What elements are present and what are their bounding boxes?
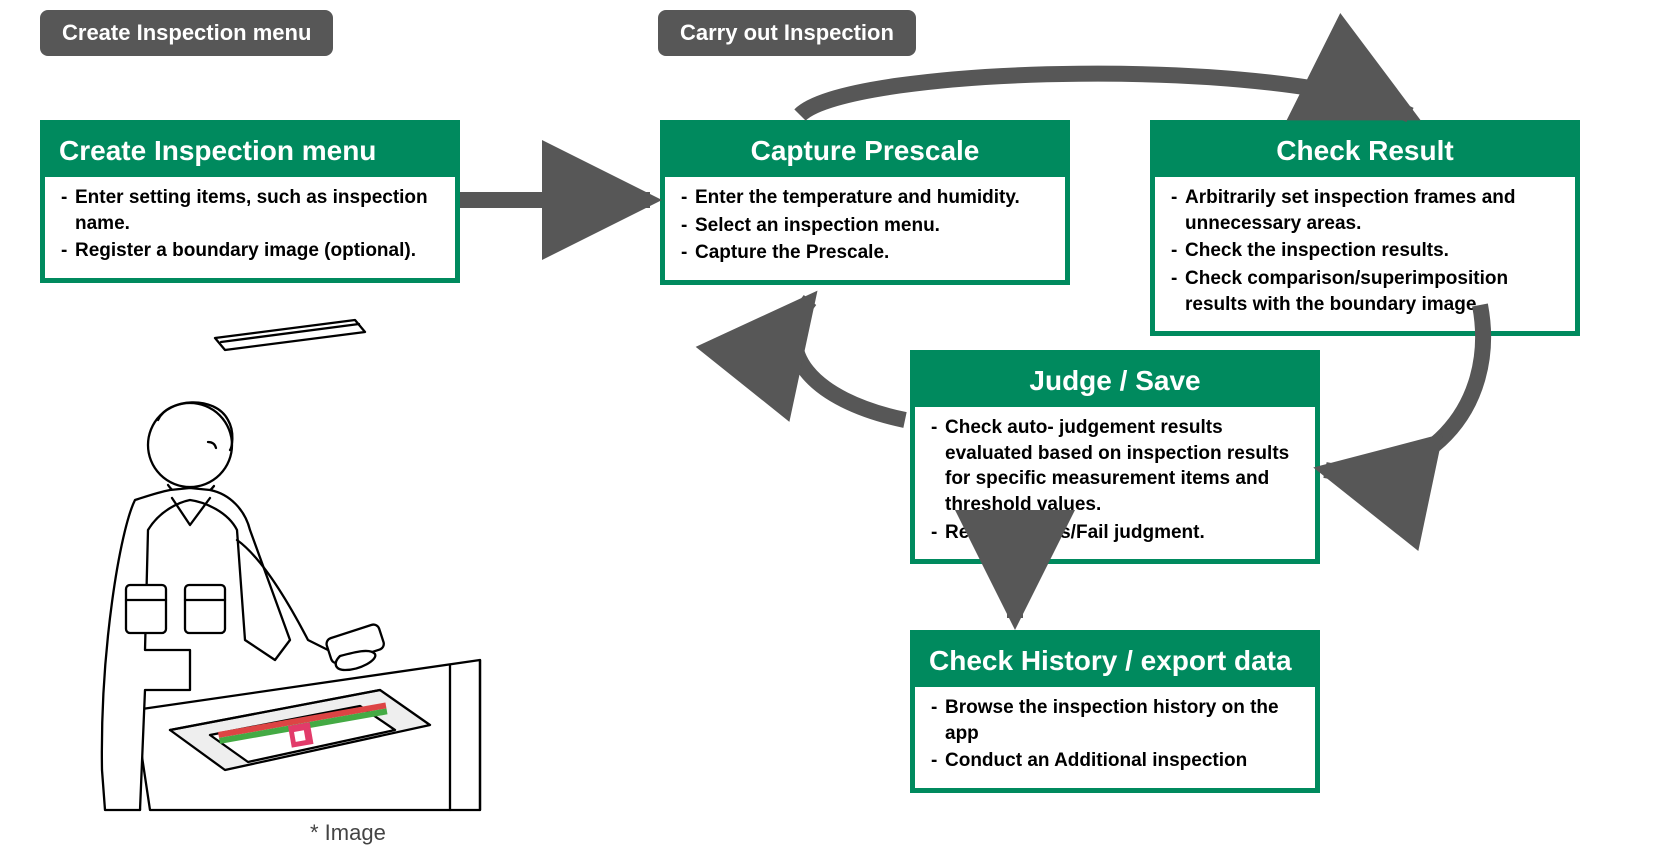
card-check-result: Check Result Arbitrarily set inspection … [1150,120,1580,336]
section-label-create: Create Inspection menu [40,10,333,56]
bullet: Select an inspection menu. [681,213,1053,239]
card-body: Enter setting items, such as inspection … [45,177,455,278]
card-create-inspection: Create Inspection menu Enter setting ite… [40,120,460,283]
arrow-capture-to-check [800,74,1410,115]
arrow-judge-to-capture [795,300,905,420]
card-body: Check auto- judgement results evaluated … [915,407,1315,559]
card-title: Create Inspection menu [45,125,455,177]
bullet: Register Pass/Fail judgment. [931,520,1303,546]
card-judge-save: Judge / Save Check auto- judgement resul… [910,350,1320,564]
bullet: Register a boundary image (optional). [61,238,443,264]
card-check-history: Check History / export data Browse the i… [910,630,1320,793]
bullet: Browse the inspection history on the app [931,695,1303,746]
bullet: Check the inspection results. [1171,238,1563,264]
bullet: Check comparison/superimposition results… [1171,266,1563,317]
bullet: Enter setting items, such as inspection … [61,185,443,236]
worker-scanning-illustration [20,310,500,830]
card-capture-prescale: Capture Prescale Enter the temperature a… [660,120,1070,285]
card-body: Browse the inspection history on the app… [915,687,1315,788]
card-body: Arbitrarily set inspection frames and un… [1155,177,1575,331]
card-title: Capture Prescale [665,125,1065,177]
bullet: Check auto- judgement results evaluated … [931,415,1303,518]
bullet: Enter the temperature and humidity. [681,185,1053,211]
card-title: Check History / export data [915,635,1315,687]
card-title: Check Result [1155,125,1575,177]
card-body: Enter the temperature and humidity. Sele… [665,177,1065,280]
bullet: Arbitrarily set inspection frames and un… [1171,185,1563,236]
bullet: Conduct an Additional inspection [931,748,1303,774]
section-label-carryout: Carry out Inspection [658,10,916,56]
bullet: Capture the Prescale. [681,240,1053,266]
card-title: Judge / Save [915,355,1315,407]
